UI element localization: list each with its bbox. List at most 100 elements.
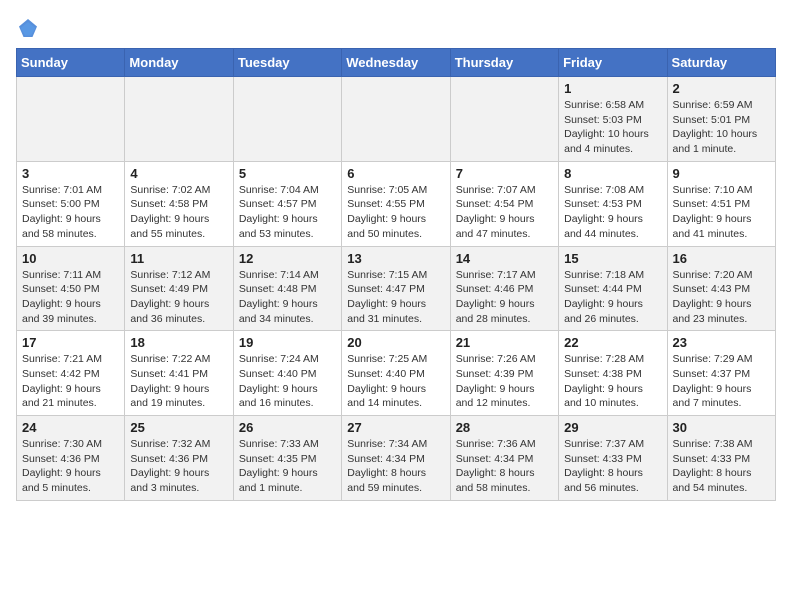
week-row-5: 24 Sunrise: 7:30 AM Sunset: 4:36 PM Dayli…	[17, 416, 776, 501]
header-area	[16, 16, 776, 40]
calendar-cell: 30 Sunrise: 7:38 AM Sunset: 4:33 PM Dayli…	[667, 416, 775, 501]
calendar-cell	[450, 77, 558, 162]
calendar-cell: 10 Sunrise: 7:11 AM Sunset: 4:50 PM Dayli…	[17, 246, 125, 331]
day-number: 25	[130, 420, 227, 435]
calendar-cell	[233, 77, 341, 162]
day-number: 28	[456, 420, 553, 435]
day-info: Sunrise: 7:22 AM Sunset: 4:41 PM Dayligh…	[130, 352, 227, 411]
calendar-cell: 9 Sunrise: 7:10 AM Sunset: 4:51 PM Daylig…	[667, 161, 775, 246]
day-number: 13	[347, 251, 444, 266]
weekday-header-sunday: Sunday	[17, 49, 125, 77]
calendar-cell: 14 Sunrise: 7:17 AM Sunset: 4:46 PM Dayli…	[450, 246, 558, 331]
day-info: Sunrise: 6:58 AM Sunset: 5:03 PM Dayligh…	[564, 98, 661, 157]
logo	[16, 16, 44, 40]
day-number: 6	[347, 166, 444, 181]
calendar-cell: 12Sunrise: 7:14 AM Sunset: 4:48 PM Dayli…	[233, 246, 341, 331]
day-info: Sunrise: 7:21 AM Sunset: 4:42 PM Dayligh…	[22, 352, 119, 411]
day-number: 17	[22, 335, 119, 350]
calendar-cell: 4Sunrise: 7:02 AM Sunset: 4:58 PM Daylig…	[125, 161, 233, 246]
calendar-cell: 16 Sunrise: 7:20 AM Sunset: 4:43 PM Dayli…	[667, 246, 775, 331]
day-number: 19	[239, 335, 336, 350]
weekday-header-thursday: Thursday	[450, 49, 558, 77]
calendar-cell: 22 Sunrise: 7:28 AM Sunset: 4:38 PM Dayli…	[559, 331, 667, 416]
day-number: 1	[564, 81, 661, 96]
day-info: Sunrise: 7:11 AM Sunset: 4:50 PM Dayligh…	[22, 268, 119, 327]
day-info: Sunrise: 7:34 AM Sunset: 4:34 PM Dayligh…	[347, 437, 444, 496]
calendar-cell: 2Sunrise: 6:59 AM Sunset: 5:01 PM Daylig…	[667, 77, 775, 162]
day-info: Sunrise: 7:18 AM Sunset: 4:44 PM Dayligh…	[564, 268, 661, 327]
weekday-header-tuesday: Tuesday	[233, 49, 341, 77]
calendar-cell: 27 Sunrise: 7:34 AM Sunset: 4:34 PM Dayli…	[342, 416, 450, 501]
calendar-cell: 5 Sunrise: 7:04 AM Sunset: 4:57 PM Daylig…	[233, 161, 341, 246]
calendar-cell: 23Sunrise: 7:29 AM Sunset: 4:37 PM Dayli…	[667, 331, 775, 416]
day-number: 30	[673, 420, 770, 435]
calendar-cell: 17 Sunrise: 7:21 AM Sunset: 4:42 PM Dayli…	[17, 331, 125, 416]
calendar-table: SundayMondayTuesdayWednesdayThursdayFrid…	[16, 48, 776, 501]
calendar-cell: 21Sunrise: 7:26 AM Sunset: 4:39 PM Dayli…	[450, 331, 558, 416]
logo-icon	[16, 16, 40, 40]
day-info: Sunrise: 7:25 AM Sunset: 4:40 PM Dayligh…	[347, 352, 444, 411]
day-number: 27	[347, 420, 444, 435]
calendar-cell: 8 Sunrise: 7:08 AM Sunset: 4:53 PM Daylig…	[559, 161, 667, 246]
day-info: Sunrise: 7:15 AM Sunset: 4:47 PM Dayligh…	[347, 268, 444, 327]
day-number: 9	[673, 166, 770, 181]
calendar-cell: 25 Sunrise: 7:32 AM Sunset: 4:36 PM Dayli…	[125, 416, 233, 501]
weekday-header-saturday: Saturday	[667, 49, 775, 77]
day-number: 5	[239, 166, 336, 181]
day-number: 8	[564, 166, 661, 181]
day-number: 7	[456, 166, 553, 181]
day-number: 2	[673, 81, 770, 96]
day-info: Sunrise: 7:08 AM Sunset: 4:53 PM Dayligh…	[564, 183, 661, 242]
day-number: 22	[564, 335, 661, 350]
day-info: Sunrise: 7:30 AM Sunset: 4:36 PM Dayligh…	[22, 437, 119, 496]
day-info: Sunrise: 7:07 AM Sunset: 4:54 PM Dayligh…	[456, 183, 553, 242]
day-info: Sunrise: 7:28 AM Sunset: 4:38 PM Dayligh…	[564, 352, 661, 411]
day-info: Sunrise: 7:32 AM Sunset: 4:36 PM Dayligh…	[130, 437, 227, 496]
day-number: 3	[22, 166, 119, 181]
calendar-cell: 15 Sunrise: 7:18 AM Sunset: 4:44 PM Dayli…	[559, 246, 667, 331]
day-info: Sunrise: 7:33 AM Sunset: 4:35 PM Dayligh…	[239, 437, 336, 496]
day-number: 11	[130, 251, 227, 266]
calendar-cell: 26 Sunrise: 7:33 AM Sunset: 4:35 PM Dayli…	[233, 416, 341, 501]
calendar-cell: 1 Sunrise: 6:58 AM Sunset: 5:03 PM Daylig…	[559, 77, 667, 162]
day-info: Sunrise: 7:36 AM Sunset: 4:34 PM Dayligh…	[456, 437, 553, 496]
calendar-cell: 20 Sunrise: 7:25 AM Sunset: 4:40 PM Dayli…	[342, 331, 450, 416]
calendar-cell	[17, 77, 125, 162]
day-number: 4	[130, 166, 227, 181]
calendar-cell: 24 Sunrise: 7:30 AM Sunset: 4:36 PM Dayli…	[17, 416, 125, 501]
week-row-3: 10 Sunrise: 7:11 AM Sunset: 4:50 PM Dayli…	[17, 246, 776, 331]
day-number: 21	[456, 335, 553, 350]
week-row-1: 1 Sunrise: 6:58 AM Sunset: 5:03 PM Daylig…	[17, 77, 776, 162]
day-info: Sunrise: 7:37 AM Sunset: 4:33 PM Dayligh…	[564, 437, 661, 496]
calendar-cell: 6 Sunrise: 7:05 AM Sunset: 4:55 PM Daylig…	[342, 161, 450, 246]
day-info: Sunrise: 7:05 AM Sunset: 4:55 PM Dayligh…	[347, 183, 444, 242]
weekday-header-wednesday: Wednesday	[342, 49, 450, 77]
day-info: Sunrise: 7:29 AM Sunset: 4:37 PM Dayligh…	[673, 352, 770, 411]
weekday-header-row: SundayMondayTuesdayWednesdayThursdayFrid…	[17, 49, 776, 77]
day-number: 26	[239, 420, 336, 435]
day-info: Sunrise: 7:17 AM Sunset: 4:46 PM Dayligh…	[456, 268, 553, 327]
day-number: 10	[22, 251, 119, 266]
calendar-cell: 19 Sunrise: 7:24 AM Sunset: 4:40 PM Dayli…	[233, 331, 341, 416]
day-number: 20	[347, 335, 444, 350]
calendar-cell: 7 Sunrise: 7:07 AM Sunset: 4:54 PM Daylig…	[450, 161, 558, 246]
day-info: Sunrise: 7:24 AM Sunset: 4:40 PM Dayligh…	[239, 352, 336, 411]
day-info: Sunrise: 7:04 AM Sunset: 4:57 PM Dayligh…	[239, 183, 336, 242]
calendar-cell: 28 Sunrise: 7:36 AM Sunset: 4:34 PM Dayli…	[450, 416, 558, 501]
day-number: 16	[673, 251, 770, 266]
calendar-cell: 13 Sunrise: 7:15 AM Sunset: 4:47 PM Dayli…	[342, 246, 450, 331]
day-info: Sunrise: 7:12 AM Sunset: 4:49 PM Dayligh…	[130, 268, 227, 327]
weekday-header-monday: Monday	[125, 49, 233, 77]
day-number: 14	[456, 251, 553, 266]
day-info: Sunrise: 7:10 AM Sunset: 4:51 PM Dayligh…	[673, 183, 770, 242]
week-row-2: 3Sunrise: 7:01 AM Sunset: 5:00 PM Daylig…	[17, 161, 776, 246]
day-number: 15	[564, 251, 661, 266]
calendar-cell	[125, 77, 233, 162]
day-number: 29	[564, 420, 661, 435]
calendar-cell	[342, 77, 450, 162]
day-number: 18	[130, 335, 227, 350]
day-info: Sunrise: 7:20 AM Sunset: 4:43 PM Dayligh…	[673, 268, 770, 327]
day-number: 12	[239, 251, 336, 266]
day-info: Sunrise: 7:38 AM Sunset: 4:33 PM Dayligh…	[673, 437, 770, 496]
day-number: 24	[22, 420, 119, 435]
